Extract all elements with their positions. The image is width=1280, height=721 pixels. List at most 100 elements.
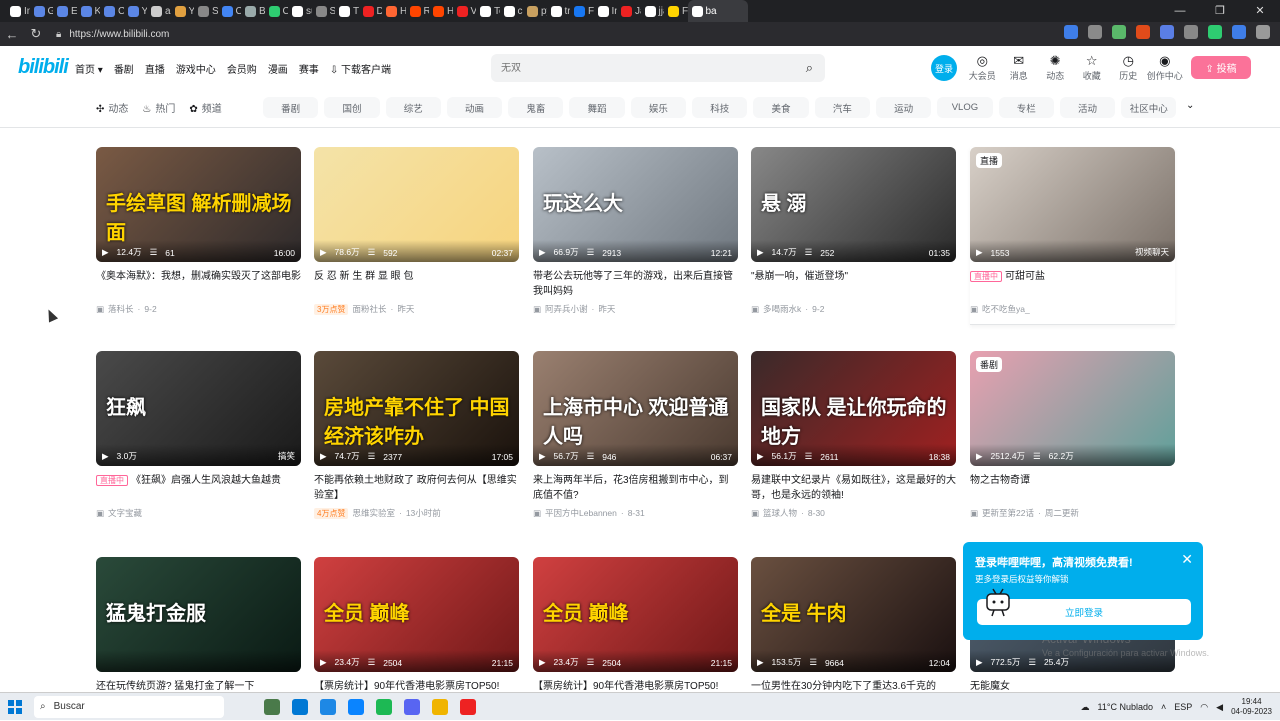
- browser-tab[interactable]: Bla: [241, 0, 265, 22]
- browser-tab[interactable]: Ke: [77, 0, 100, 22]
- author-name[interactable]: 面粉社长: [352, 303, 386, 315]
- channel-chip[interactable]: 综艺: [385, 97, 441, 118]
- browser-tab[interactable]: Ch: [100, 0, 124, 22]
- browser-tab[interactable]: He: [429, 0, 453, 22]
- channel-chip[interactable]: 运动: [875, 97, 932, 118]
- browser-tab[interactable]: Yu: [124, 0, 147, 22]
- channel-chip[interactable]: 娱乐: [630, 97, 687, 118]
- channel-chip[interactable]: 活动: [1059, 97, 1116, 118]
- author-name[interactable]: 阿弄兵小谢: [545, 303, 588, 315]
- video-thumbnail[interactable]: 国家队 是让你玩命的地方 ▶ 56.1万 ☰ 2611 18:38: [751, 351, 956, 466]
- nav-5[interactable]: ◉ 创作中心: [1147, 53, 1184, 82]
- video-card[interactable]: 直播 ▶ 1553 视频聊天 直播中 可甜可盐 ▣ 吃不吃鱼ya_: [970, 147, 1175, 325]
- video-thumbnail[interactable]: 房地产靠不住了 中国经济该咋办 ▶ 74.7万 ☰ 2377 17:05: [314, 351, 519, 466]
- channel-chip[interactable]: 美食: [753, 97, 809, 118]
- author-name[interactable]: 更新至第22话: [982, 507, 1034, 519]
- author-name[interactable]: 落科长: [108, 303, 134, 315]
- video-card[interactable]: 悬 溺 ▶ 14.7万 ☰ 252 01:35 "悬崩一响，催逝登场" ▣ 多喝雨水k · 9-2: [751, 147, 956, 315]
- extension-icon[interactable]: [1184, 25, 1198, 39]
- nav-link[interactable]: 漫画: [268, 61, 288, 76]
- nav-2[interactable]: ✺ 动态: [1037, 53, 1074, 82]
- nav-link[interactable]: 首页 ▾: [75, 61, 103, 76]
- wifi-icon[interactable]: ◠: [1200, 702, 1208, 713]
- video-card[interactable]: 手绘草图 解析删减场面 ▶ 12.4万 ☰ 61 16:00 《奥本海默》：我想，删减确实毁…: [96, 147, 301, 315]
- browser-tab[interactable]: Ch: [265, 0, 288, 22]
- browser-tab[interactable]: ani: [147, 0, 171, 22]
- nav-link[interactable]: 直播: [145, 61, 165, 76]
- taskbar-app-icon[interactable]: [320, 698, 336, 715]
- browser-tab[interactable]: Ini: [594, 0, 617, 22]
- channel-chip[interactable]: 专栏: [998, 97, 1054, 118]
- video-card[interactable]: 上海市中心 欢迎普通人吗 ▶ 56.7万 ☰ 946 06:37 来上海两年半后，花3倍房租…: [533, 351, 738, 519]
- minimize-button[interactable]: —: [1160, 0, 1200, 22]
- video-card[interactable]: 国家队 是让你玩命的地方 ▶ 56.1万 ☰ 2611 18:38 易建联中文纪录片《易如既…: [751, 351, 956, 519]
- video-thumbnail[interactable]: 猛鬼打金服: [96, 557, 301, 672]
- video-thumbnail[interactable]: ▶ 78.6万 ☰ 592 02:37: [314, 147, 519, 262]
- video-card[interactable]: 狂飙 ▶ 3.0万 搞笑 直播中 《狂飙》启强人生风浪越大鱼越贵 ▣ 文字宝藏: [96, 351, 301, 519]
- browser-tab[interactable]: Re: [406, 0, 429, 22]
- volume-icon[interactable]: ◀: [1216, 702, 1223, 713]
- nav-link[interactable]: ⇩ 下载客户端: [330, 61, 391, 76]
- video-title[interactable]: 《奥本海默》：我想，删减确实毁灭了这部电影: [96, 269, 301, 299]
- extension-icon[interactable]: [1136, 25, 1150, 39]
- extension-icon[interactable]: [1232, 25, 1246, 39]
- keyboard-language[interactable]: ESP: [1174, 702, 1192, 712]
- author-name[interactable]: 多喝雨水k: [763, 303, 801, 315]
- video-thumbnail[interactable]: 悬 溺 ▶ 14.7万 ☰ 252 01:35: [751, 147, 956, 262]
- extension-icon[interactable]: [1088, 25, 1102, 39]
- channel-chip[interactable]: 鬼畜: [508, 97, 564, 118]
- search-icon[interactable]: ⌕: [806, 60, 813, 76]
- browser-tab[interactable]: tra: [547, 0, 570, 22]
- extension-icon[interactable]: [1064, 25, 1078, 39]
- browser-tab[interactable]: Esc: [53, 0, 77, 22]
- login-avatar[interactable]: 登录: [931, 55, 957, 81]
- video-thumbnail[interactable]: 手绘草图 解析删减场面 ▶ 12.4万 ☰ 61 16:00: [96, 147, 301, 262]
- extension-icon[interactable]: [1256, 25, 1270, 39]
- browser-tab[interactable]: jja: [641, 0, 664, 22]
- weather-text[interactable]: 11°C Nublado: [1098, 702, 1153, 712]
- video-card[interactable]: 房地产靠不住了 中国经济该咋办 ▶ 74.7万 ☰ 2377 17:05 不能再依赖土地财政…: [314, 351, 519, 519]
- video-card[interactable]: 全是 牛肉 ▶ 153.5万 ☰ 9664 12:04 一位男性在30分钟内吃下了重达3.6…: [751, 557, 956, 713]
- nav-link[interactable]: 游戏中心: [176, 61, 216, 76]
- video-thumbnail[interactable]: 全员 巅峰 ▶ 23.4万 ☰ 2504 21:15: [533, 557, 738, 672]
- video-thumbnail[interactable]: 上海市中心 欢迎普通人吗 ▶ 56.7万 ☰ 946 06:37: [533, 351, 738, 466]
- video-thumbnail[interactable]: 全是 牛肉 ▶ 153.5万 ☰ 9664 12:04: [751, 557, 956, 672]
- channel-link[interactable]: ♨ 热门: [142, 100, 175, 115]
- channel-chip[interactable]: VLOG: [937, 97, 993, 118]
- channel-chip[interactable]: 舞蹈: [569, 97, 625, 118]
- search-input[interactable]: [501, 62, 825, 74]
- nav-0[interactable]: ◎ 大会员: [964, 53, 1001, 82]
- video-card[interactable]: ▶ 78.6万 ☰ 592 02:37 反 忍 新 生 群 显 眼 包 3万点赞 面粉社长 · 昨…: [314, 147, 519, 315]
- close-window-button[interactable]: ✕: [1240, 0, 1280, 22]
- nav-1[interactable]: ✉ 消息: [1001, 53, 1038, 82]
- video-title[interactable]: 带老公去玩他等了三年的游戏，出来后直接管我叫妈妈: [533, 269, 738, 299]
- browser-tab[interactable]: Site: [194, 0, 218, 22]
- browser-tab[interactable]: py: [523, 0, 547, 22]
- channel-chip[interactable]: 国创: [324, 97, 380, 118]
- browser-tab[interactable]: FF: [664, 0, 688, 22]
- author-name[interactable]: 思维实验室: [352, 507, 395, 519]
- video-thumbnail[interactable]: 番剧 ▶ 2512.4万 ☰ 62.2万: [970, 351, 1175, 466]
- taskbar-search[interactable]: ⌕ Buscar: [34, 695, 224, 718]
- windows-start-icon[interactable]: [0, 693, 30, 721]
- channel-link[interactable]: ✣ 动态: [96, 100, 128, 115]
- clock[interactable]: 19:44 04-09-2023: [1231, 697, 1272, 717]
- browser-tab[interactable]: sul: [288, 0, 312, 22]
- browser-tab[interactable]: Ya: [171, 0, 194, 22]
- taskbar-app-icon[interactable]: [404, 698, 420, 715]
- browser-tab[interactable]: Tor: [476, 0, 500, 22]
- taskbar-app-icon[interactable]: [348, 698, 364, 715]
- channel-chip[interactable]: 科技: [692, 97, 748, 118]
- channel-link[interactable]: ✿ 频道: [189, 100, 221, 115]
- browser-tab[interactable]: Site: [312, 0, 335, 22]
- channel-chip[interactable]: 番剧: [263, 97, 319, 118]
- reload-icon[interactable]: ↻: [24, 26, 48, 42]
- nav-3[interactable]: ☆ 收藏: [1074, 53, 1111, 82]
- video-title[interactable]: 不能再依赖土地财政了 政府何去何从【思维实验室】: [314, 473, 519, 503]
- tray-chevron-icon[interactable]: ˄: [1161, 702, 1166, 712]
- video-title[interactable]: 直播中 可甜可盐: [970, 269, 1175, 299]
- nav-link[interactable]: 会员购: [227, 61, 257, 76]
- video-thumbnail[interactable]: 全员 巅峰 ▶ 23.4万 ☰ 2504 21:15: [314, 557, 519, 672]
- taskbar-app-icon[interactable]: [460, 698, 476, 715]
- browser-tab[interactable]: Ve: [453, 0, 476, 22]
